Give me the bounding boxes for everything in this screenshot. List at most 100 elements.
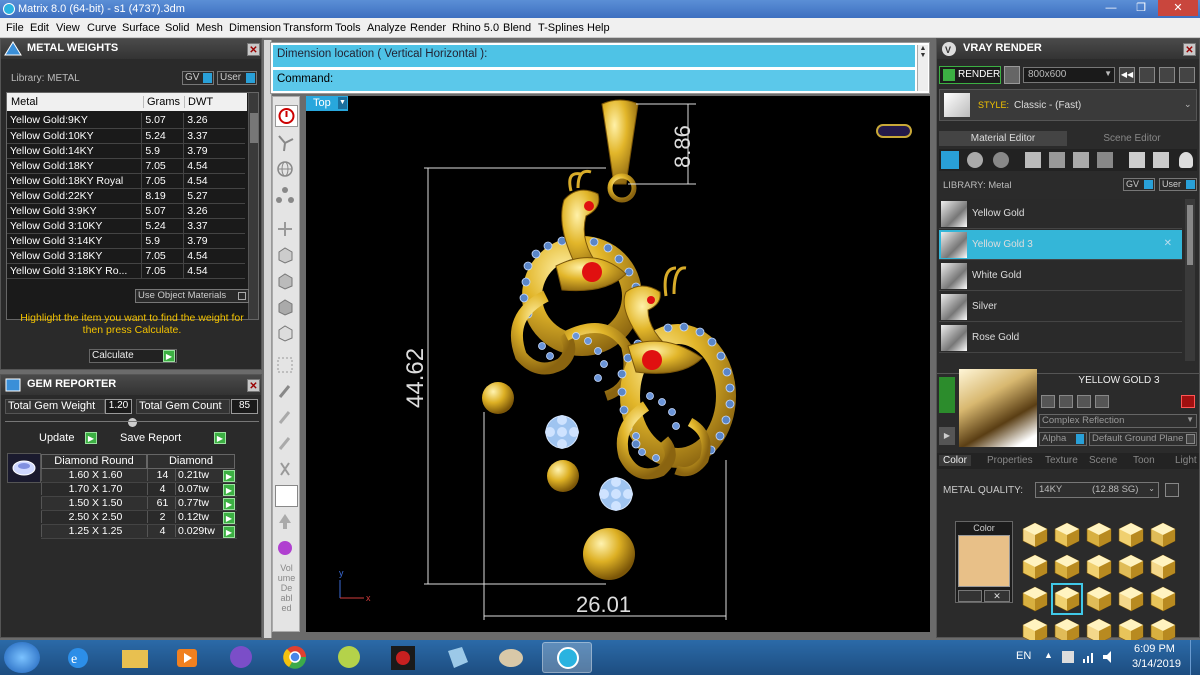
fan-tool-icon[interactable] bbox=[275, 133, 298, 155]
use-object-materials-checkbox[interactable] bbox=[238, 292, 246, 300]
material-item[interactable]: White Gold bbox=[939, 261, 1182, 291]
tab-scene-editor[interactable]: Scene Editor bbox=[1067, 131, 1197, 146]
gold-preset-swatch[interactable] bbox=[1085, 553, 1113, 581]
metal-weights-close-button[interactable]: ✕ bbox=[247, 43, 260, 56]
stamp-icon[interactable] bbox=[1129, 152, 1145, 168]
clock-time[interactable]: 6:09 PM bbox=[1134, 643, 1175, 655]
metal-row[interactable]: Yellow Gold:22KY 8.19 5.27 bbox=[7, 188, 245, 204]
menu-transform[interactable]: Transform bbox=[283, 22, 333, 34]
menu-analyze[interactable]: Analyze bbox=[367, 22, 406, 34]
maximize-button[interactable]: ❐ bbox=[1128, 0, 1154, 16]
gem-row-select-icon[interactable]: ▶ bbox=[223, 470, 235, 482]
reset-icon[interactable] bbox=[1181, 395, 1195, 408]
preview-play-button[interactable]: ▶ bbox=[939, 427, 955, 445]
style-bar[interactable]: STYLE: Classic - (Fast) ⌄ bbox=[939, 89, 1197, 121]
gem-row-select-icon[interactable]: ▶ bbox=[223, 526, 235, 538]
drop-icon[interactable] bbox=[941, 151, 959, 169]
checker-icon[interactable] bbox=[1097, 152, 1113, 168]
gold-preset-swatch[interactable] bbox=[1117, 585, 1145, 613]
calculate-button[interactable]: Calculate ▶ bbox=[89, 349, 177, 363]
material-item[interactable]: Rose Gold bbox=[939, 323, 1182, 353]
show-desktop-button[interactable] bbox=[1190, 640, 1200, 675]
menu-tsplines[interactable]: T-Splines bbox=[538, 22, 584, 34]
gem-cluster-tool-icon[interactable] bbox=[275, 539, 298, 559]
menu-rhino[interactable]: Rhino 5.0 bbox=[452, 22, 499, 34]
bulb-icon[interactable] bbox=[1179, 152, 1193, 168]
export-icon[interactable] bbox=[1077, 395, 1091, 408]
user-toggle[interactable]: User bbox=[217, 71, 257, 85]
material-list-scrollbar[interactable] bbox=[1185, 199, 1195, 361]
metal-row[interactable]: Yellow Gold 3:18KY Ro... 7.05 4.54 bbox=[7, 263, 245, 279]
gem-row[interactable]: 1.60 X 1.60 14 0.21tw ▶ bbox=[41, 469, 237, 483]
tray-expand-icon[interactable]: ▲ bbox=[1044, 650, 1053, 660]
viber-icon[interactable] bbox=[216, 642, 266, 673]
preview-expand-button[interactable] bbox=[939, 377, 955, 413]
metal-row[interactable]: Yellow Gold 3:14KY 5.9 3.79 bbox=[7, 233, 245, 249]
stop-tool-icon[interactable] bbox=[275, 105, 298, 127]
color-clear-icon[interactable]: ✕ bbox=[984, 590, 1010, 602]
teapot-icon[interactable] bbox=[1004, 66, 1020, 84]
metal-quality-settings-icon[interactable] bbox=[1165, 483, 1179, 497]
gem-icon[interactable] bbox=[967, 152, 983, 168]
sphere-icon[interactable] bbox=[993, 152, 1009, 168]
box-tool-icon-3[interactable] bbox=[275, 297, 298, 319]
saveas-icon[interactable] bbox=[1059, 395, 1073, 408]
language-indicator[interactable]: EN bbox=[1016, 650, 1031, 662]
gold-preset-swatch[interactable] bbox=[1053, 521, 1081, 549]
square-icon[interactable] bbox=[1025, 152, 1041, 168]
box-tool-icon-1[interactable] bbox=[275, 245, 298, 267]
material-scroll-thumb[interactable] bbox=[1187, 205, 1193, 265]
gumball-tool-icon[interactable] bbox=[275, 219, 298, 241]
metal-row[interactable]: Yellow Gold 3:9KY 5.07 3.26 bbox=[7, 203, 245, 219]
resolution-select[interactable]: 800x600 ▼ bbox=[1023, 67, 1115, 83]
brush-tool-icon[interactable] bbox=[275, 381, 298, 403]
ie-icon[interactable]: e bbox=[56, 645, 100, 671]
save-icon[interactable] bbox=[1041, 395, 1055, 408]
menu-blend[interactable]: Blend bbox=[503, 22, 531, 34]
gold-preset-swatch[interactable] bbox=[1053, 553, 1081, 581]
texture-icon[interactable] bbox=[1073, 152, 1089, 168]
signal-icon[interactable] bbox=[1082, 650, 1096, 664]
metal-row[interactable]: Yellow Gold:14KY 5.9 3.79 bbox=[7, 143, 245, 159]
save-report-button[interactable]: Save Report ▶ bbox=[118, 431, 228, 445]
menu-surface[interactable]: Surface bbox=[122, 22, 160, 34]
r-tool-icon[interactable] bbox=[275, 433, 298, 455]
tab-properties[interactable]: Properties bbox=[987, 455, 1033, 466]
hatch-icon[interactable] bbox=[1049, 152, 1065, 168]
import-icon[interactable] bbox=[1095, 395, 1109, 408]
gold-preset-swatch[interactable] bbox=[1149, 521, 1177, 549]
metal-row[interactable]: Yellow Gold:10KY 5.24 3.37 bbox=[7, 128, 245, 144]
menu-curve[interactable]: Curve bbox=[87, 22, 116, 34]
brush-icon[interactable] bbox=[1153, 152, 1169, 168]
gold-preset-swatch[interactable] bbox=[1117, 553, 1145, 581]
tab-color[interactable]: Color bbox=[939, 455, 971, 466]
grid-tool-icon[interactable] bbox=[275, 355, 298, 377]
reflection-select[interactable]: Complex Reflection ▼ bbox=[1039, 414, 1197, 428]
gold-preset-swatch[interactable] bbox=[1149, 553, 1177, 581]
update-button[interactable]: Update ▶ bbox=[37, 431, 99, 445]
tab-toon[interactable]: Toon bbox=[1133, 455, 1155, 466]
clock-date[interactable]: 3/14/2019 bbox=[1132, 658, 1181, 670]
rhino-app-icon[interactable] bbox=[324, 642, 374, 673]
menu-tools[interactable]: Tools bbox=[335, 22, 361, 34]
command-prompt[interactable]: Command: bbox=[273, 70, 915, 91]
nodes-tool-icon[interactable] bbox=[275, 185, 298, 207]
material-item[interactable]: Silver bbox=[939, 292, 1182, 322]
color-swatch[interactable] bbox=[958, 535, 1010, 587]
globe-tool-icon[interactable] bbox=[275, 159, 298, 181]
viewport-top[interactable]: Top ▼ 8.86 44.62 26.01 y x bbox=[306, 96, 930, 632]
menu-render[interactable]: Render bbox=[410, 22, 446, 34]
metal-row[interactable]: Yellow Gold 3:10KY 5.24 3.37 bbox=[7, 218, 245, 234]
material-item[interactable]: Yellow Gold 3 ✕ bbox=[939, 230, 1182, 260]
render-button[interactable]: RENDER bbox=[939, 66, 1001, 84]
start-button[interactable] bbox=[4, 642, 40, 673]
alpha-toggle[interactable]: Alpha bbox=[1039, 432, 1087, 446]
metal-row[interactable]: Yellow Gold:9KY 5.07 3.26 bbox=[7, 113, 245, 129]
command-scrollbar[interactable]: ▲ ▼ bbox=[917, 45, 928, 91]
metal-quality-select[interactable]: 14KY (12.88 SG) ⌄ bbox=[1035, 482, 1159, 498]
gv-toggle[interactable]: GV bbox=[182, 71, 214, 85]
gold-preset-swatch[interactable] bbox=[1021, 585, 1049, 613]
gem-row[interactable]: 1.25 X 1.25 4 0.029tw ▶ bbox=[41, 525, 237, 539]
vray-gv-toggle[interactable]: GV bbox=[1123, 178, 1155, 191]
gold-preset-swatch[interactable] bbox=[1085, 521, 1113, 549]
